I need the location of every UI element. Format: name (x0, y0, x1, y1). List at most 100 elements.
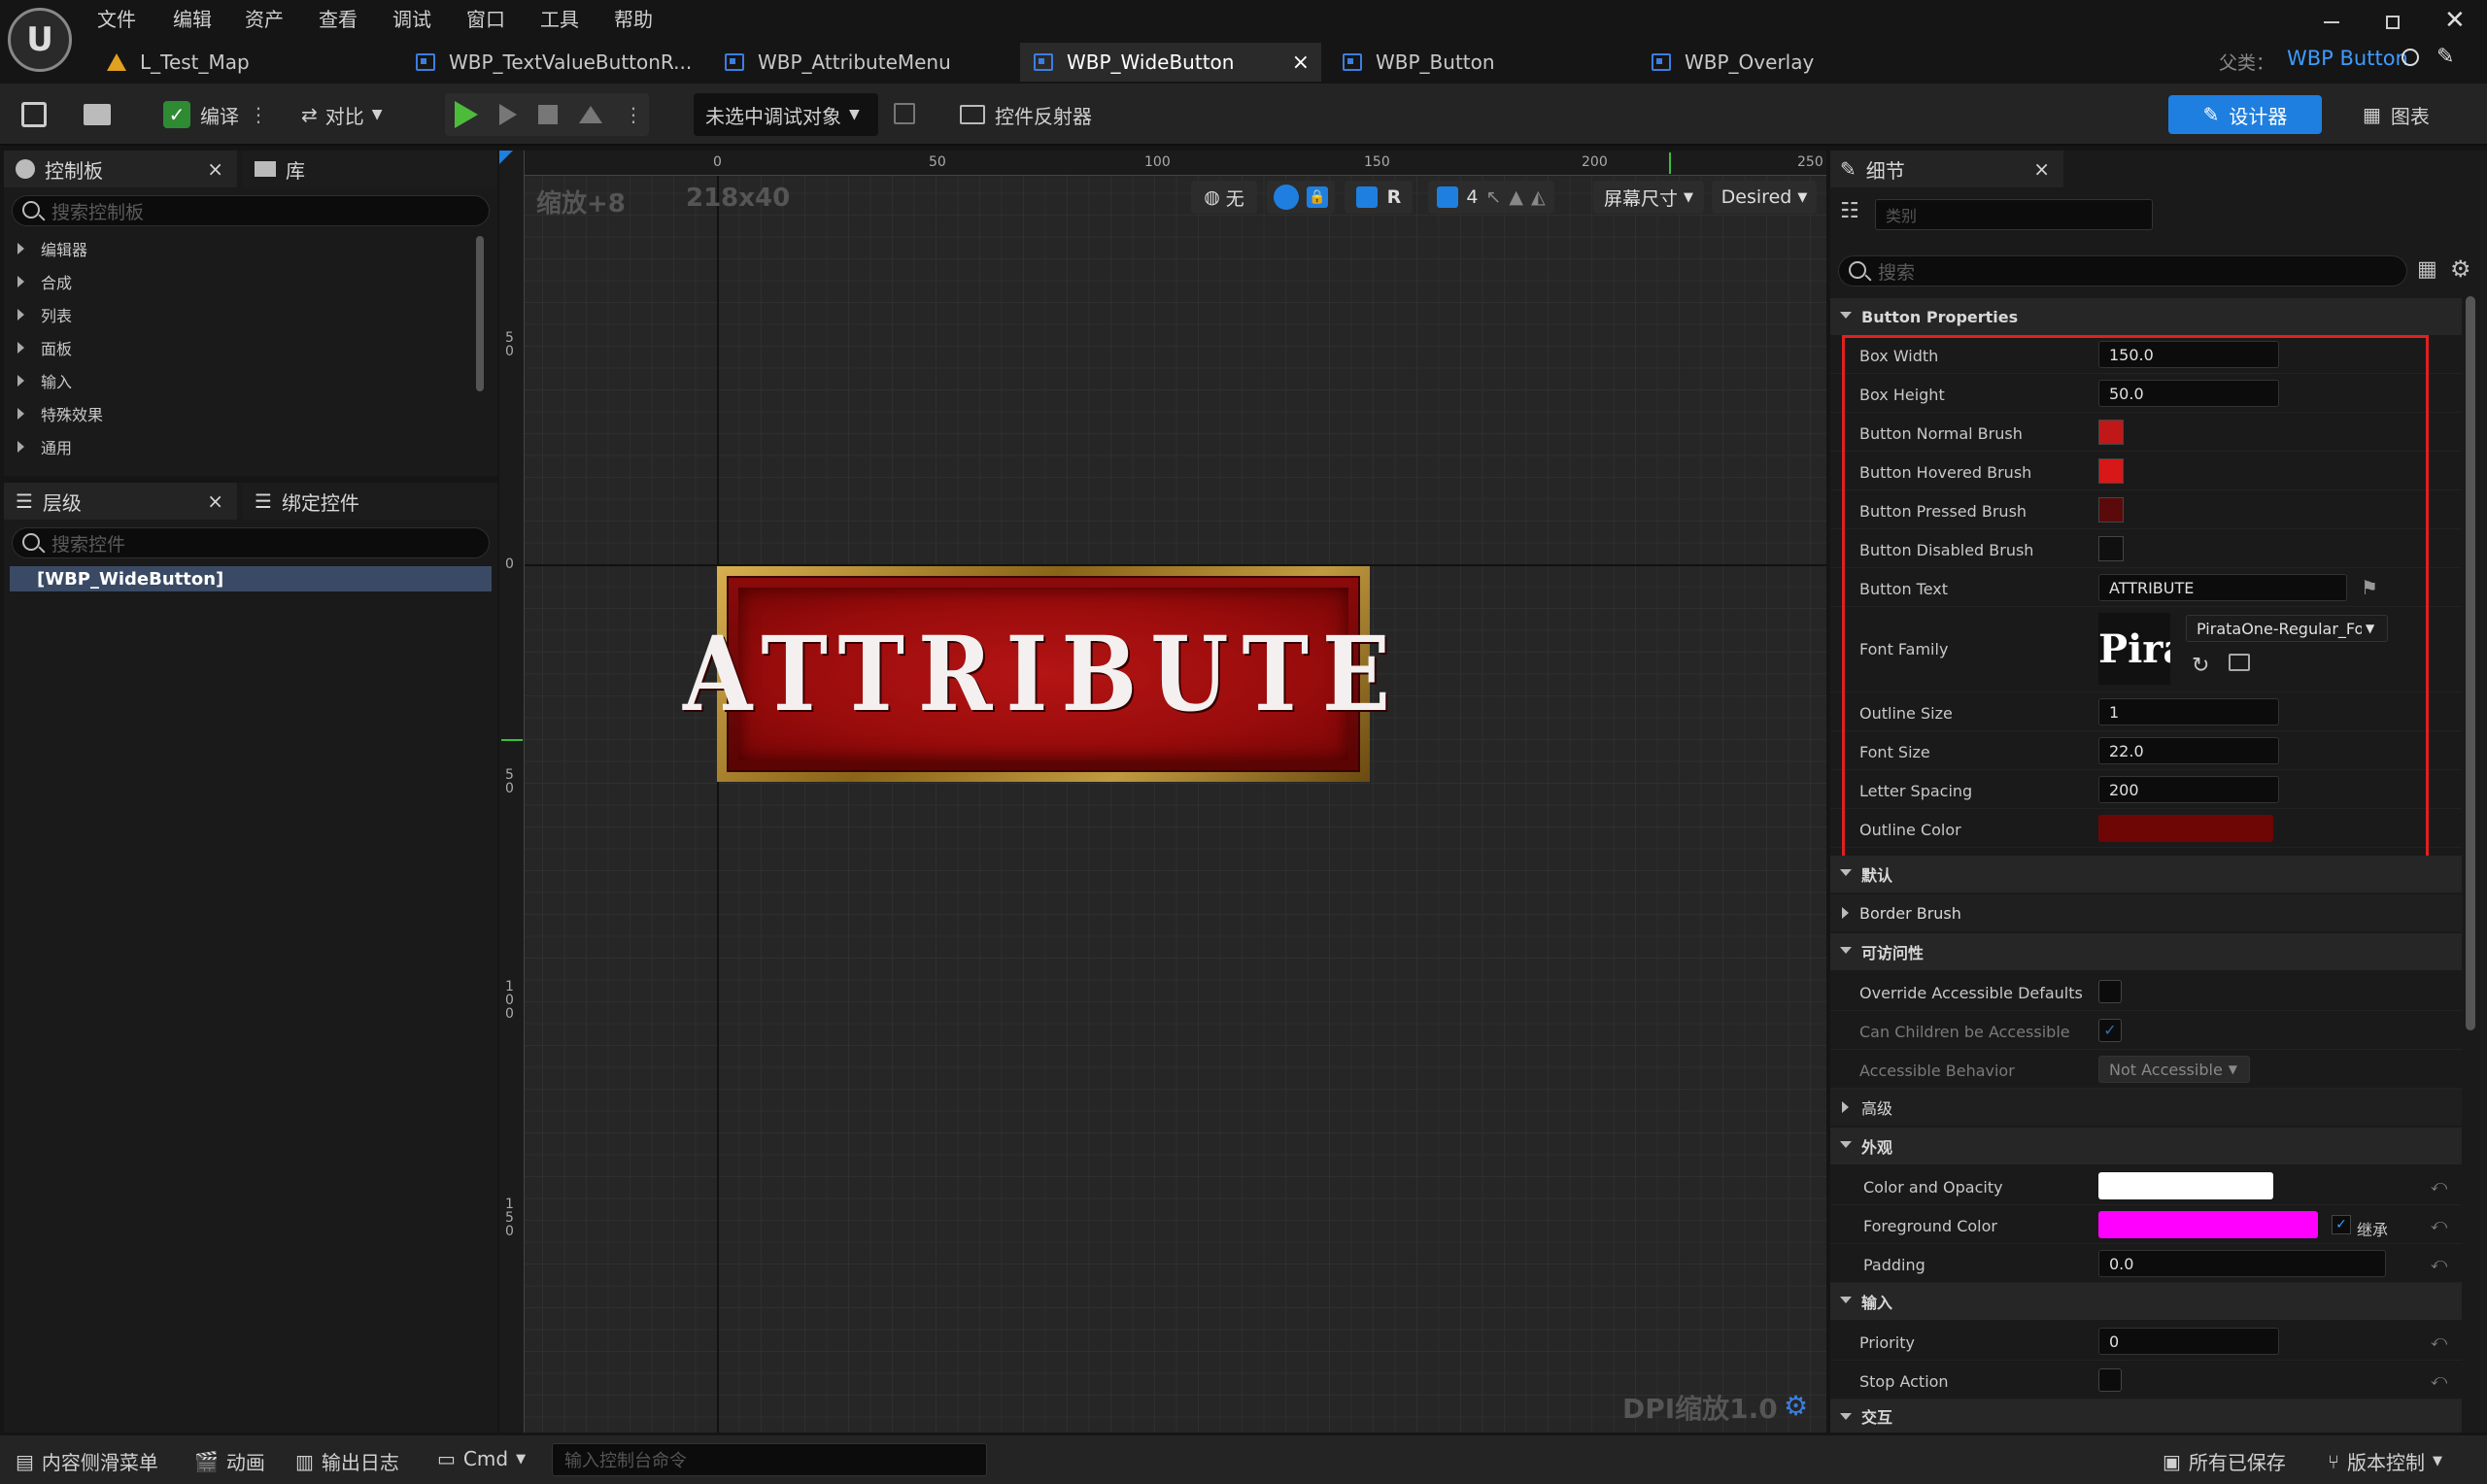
reflector-icon (960, 105, 985, 124)
menu-view[interactable]: 查看 (319, 4, 358, 32)
menu-asset[interactable]: 资产 (245, 4, 284, 32)
settings-icon[interactable]: ⚙ (2450, 255, 2471, 283)
eject-icon[interactable] (579, 106, 602, 123)
appearance-section[interactable]: 外观 (1830, 1128, 2462, 1164)
debug-select-icon[interactable] (894, 103, 915, 124)
screen-size-dropdown[interactable]: 屏幕尺寸 ▼ (1593, 181, 1704, 214)
save-all-status[interactable]: ▣ 所有已保存 (2163, 1447, 2286, 1475)
advanced-section[interactable]: 高级 (1830, 1089, 2462, 1126)
close-window-icon[interactable]: ✕ (2444, 6, 2466, 35)
menu-window[interactable]: 窗口 (466, 4, 505, 32)
category-common[interactable]: 通用 (4, 430, 480, 463)
priority-input[interactable]: 0 (2098, 1328, 2279, 1355)
category-effects[interactable]: 特殊效果 (4, 397, 480, 430)
category-input[interactable]: 输入 (4, 364, 480, 397)
category-panels[interactable]: 面板 (4, 331, 480, 364)
inherit-checkbox[interactable]: ✓ (2332, 1215, 2351, 1234)
designer-button[interactable]: ✎ 设计器 (2168, 95, 2322, 134)
details-tab[interactable]: ✎ 细节 × (1830, 151, 2063, 187)
library-tab[interactable]: 库 (243, 151, 497, 187)
play-icon[interactable] (455, 101, 478, 128)
output-log-button[interactable]: ▥ 输出日志 (295, 1447, 399, 1475)
widget-button-preview[interactable]: ATTRIBUTE (683, 566, 1390, 782)
more-icon[interactable]: ⋮ (624, 103, 643, 126)
lock-toggle[interactable]: 🔒 (1267, 181, 1335, 214)
edit-icon[interactable]: ✎ (2436, 45, 2454, 69)
border-brush-row[interactable]: Border Brush (1830, 894, 2462, 931)
interaction-section[interactable]: 交互 (1830, 1400, 2462, 1433)
accessibility-section[interactable]: 可访问性 (1830, 933, 2462, 970)
close-tab-icon[interactable]: × (1292, 51, 1310, 75)
tab-attribute-menu[interactable]: WBP_AttributeMenu (711, 43, 1012, 82)
designer-canvas[interactable]: ATTRIBUTE DPI缩放1.0 ⚙ 缩放+8 218x40 (499, 151, 1826, 1433)
close-icon[interactable]: × (207, 489, 223, 513)
children-accessible-checkbox[interactable]: ✓ (2098, 1019, 2122, 1042)
hierarchy-root-item[interactable]: [WBP_WideButton] (10, 566, 492, 591)
animation-button[interactable]: 🎬 动画 (194, 1447, 265, 1475)
save-button[interactable] (21, 93, 56, 136)
details-scrollbar[interactable] (2466, 296, 2475, 1030)
console-command-input[interactable]: 输入控制台命令 (552, 1443, 987, 1476)
more-icon[interactable]: ⋮ (249, 103, 268, 126)
search-icon[interactable] (2402, 49, 2419, 66)
default-section[interactable]: 默认 (1830, 856, 2462, 893)
menu-debug[interactable]: 调试 (392, 4, 431, 32)
step-icon[interactable] (499, 104, 517, 125)
close-icon[interactable]: × (207, 157, 223, 181)
widget-reflector-button[interactable]: 控件反射器 (960, 93, 1096, 136)
color-opacity-swatch[interactable] (2098, 1172, 2273, 1199)
category-composite[interactable]: 合成 (4, 265, 480, 298)
palette-scrollbar[interactable] (476, 236, 484, 391)
padding-input[interactable]: 0.0 (2098, 1250, 2386, 1277)
desired-dropdown[interactable]: Desired ▼ (1712, 181, 1817, 214)
tab-test-map[interactable]: L_Test_Map (93, 43, 394, 82)
reset-icon[interactable]: ⤺ (2431, 1254, 2447, 1272)
reset-icon[interactable]: ⤺ (2431, 1370, 2447, 1389)
reset-icon[interactable]: ⤺ (2431, 1332, 2447, 1350)
category-lists[interactable]: 列表 (4, 298, 480, 331)
debug-target-dropdown[interactable]: 未选中调试对象 ▼ (694, 93, 878, 136)
table-view-icon[interactable]: ▦ (2417, 257, 2437, 282)
browse-button[interactable] (84, 93, 119, 136)
unreal-logo-icon[interactable]: U (8, 8, 72, 72)
category-editor[interactable]: 编辑器 (4, 232, 480, 265)
diff-button[interactable]: ⇄ 对比 ▼ (301, 93, 408, 136)
parent-class-link[interactable]: WBP Button (2287, 47, 2408, 70)
cmd-dropdown[interactable]: ▭ Cmd ▼ (437, 1447, 526, 1470)
reset-icon[interactable]: ⤺ (2431, 1215, 2447, 1233)
accessible-behavior-dropdown[interactable]: Not Accessible ▼ (2098, 1056, 2250, 1083)
input-section[interactable]: 输入 (1830, 1283, 2462, 1320)
details-search-input[interactable]: 搜索 (1838, 255, 2407, 287)
stop-action-checkbox[interactable] (2098, 1368, 2122, 1392)
hierarchy-search-input[interactable]: 搜索控件 (12, 527, 490, 558)
compile-button[interactable]: ✓ 编译 ⋮ (163, 93, 280, 136)
version-control-button[interactable]: ⑂ 版本控制 ▼ (2328, 1447, 2442, 1475)
dpi-settings-icon[interactable]: ⚙ (1784, 1390, 1808, 1422)
respect-locks-toggle[interactable]: R (1345, 181, 1413, 214)
button-properties-section[interactable]: Button Properties (1830, 298, 2462, 335)
content-drawer-button[interactable]: ▤ 内容侧滑菜单 (16, 1447, 158, 1475)
tab-wide-button[interactable]: WBP_WideButton × (1020, 43, 1321, 82)
bind-widgets-tab[interactable]: ☰ 绑定控件 (243, 483, 497, 520)
grid-snap-toggle[interactable]: 4 ↖ ▲ ◭ (1428, 181, 1554, 214)
graph-button[interactable]: ▦ 图表 (2363, 93, 2479, 136)
hierarchy-tab[interactable]: ☰ 层级 × (4, 483, 237, 520)
stop-icon[interactable] (538, 105, 558, 124)
tab-overlay[interactable]: WBP_Overlay (1638, 43, 1939, 82)
restore-icon[interactable] (2386, 16, 2400, 29)
class-input[interactable]: 类别 (1875, 199, 2153, 230)
tab-text-value-button[interactable]: WBP_TextValueButtonR... (402, 43, 703, 82)
close-icon[interactable]: × (2033, 157, 2050, 181)
menu-help[interactable]: 帮助 (614, 4, 653, 32)
localization-button[interactable]: ◍ 无 (1191, 181, 1257, 214)
foreground-color-swatch[interactable] (2098, 1211, 2318, 1238)
menu-tools[interactable]: 工具 (540, 4, 579, 32)
tab-button[interactable]: WBP_Button (1329, 43, 1630, 82)
palette-search-input[interactable]: 搜索控制板 (12, 195, 490, 226)
palette-tab[interactable]: 控制板 × (4, 151, 237, 187)
minimize-icon[interactable] (2324, 21, 2339, 23)
menu-edit[interactable]: 编辑 (173, 4, 212, 32)
reset-icon[interactable]: ⤺ (2431, 1176, 2447, 1195)
override-accessible-checkbox[interactable] (2098, 980, 2122, 1003)
menu-file[interactable]: 文件 (97, 4, 136, 32)
